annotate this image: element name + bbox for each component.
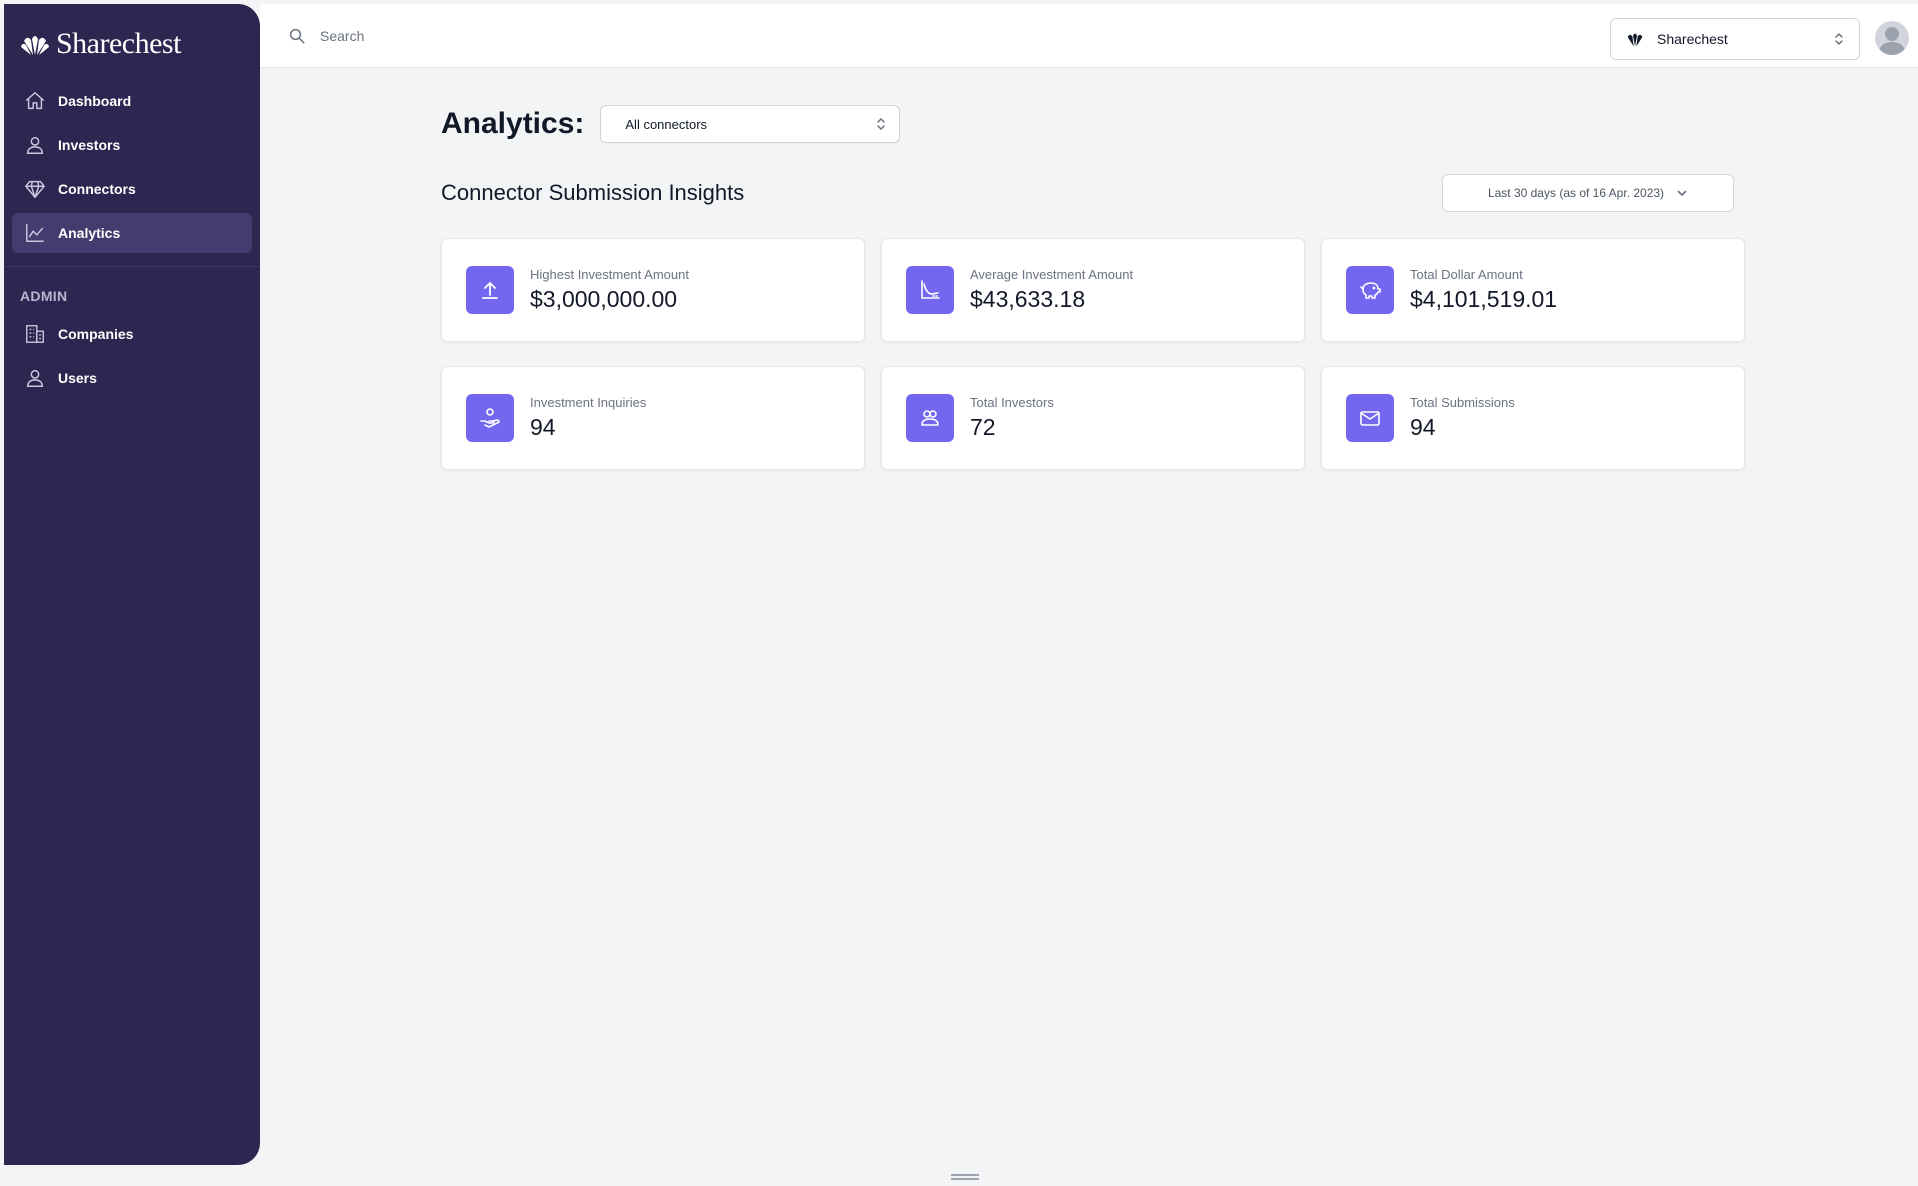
avatar[interactable] — [1875, 21, 1909, 55]
stat-icon-box — [906, 394, 954, 442]
top-bar: Sharechest — [260, 4, 1918, 68]
insights-header: Connector Submission Insights Last 30 da… — [441, 174, 1745, 214]
users-icon — [921, 410, 939, 426]
diamond-icon — [25, 180, 45, 198]
stat-card-highest-investment: Highest Investment Amount $3,000,000.00 — [441, 238, 865, 342]
stat-icon-box — [1346, 394, 1394, 442]
sidebar-item-users[interactable]: Users — [12, 358, 252, 398]
sidebar-item-label: Dashboard — [58, 93, 132, 109]
main-nav: Dashboard Investors Connectors Analytics — [12, 81, 252, 257]
chart-curve-icon — [921, 280, 940, 299]
search-input[interactable] — [318, 27, 718, 45]
piggy-bank-icon — [1360, 282, 1381, 299]
stat-label: Investment Inquiries — [530, 395, 647, 410]
building-icon — [26, 325, 44, 343]
stat-card-investment-inquiries: Investment Inquiries 94 — [441, 366, 865, 470]
company-select-value: Sharechest — [1657, 31, 1728, 47]
sidebar-item-label: Users — [58, 370, 97, 386]
stat-value: 72 — [970, 414, 996, 440]
stat-value: $3,000,000.00 — [530, 286, 678, 312]
sidebar-item-label: Companies — [58, 326, 134, 342]
chart-line-icon — [26, 224, 44, 242]
stat-card-average-investment: Average Investment Amount $43,633.18 — [881, 238, 1305, 342]
stat-icon-box — [1346, 266, 1394, 314]
connector-select-value: All connectors — [625, 116, 708, 132]
admin-section-label: ADMIN — [20, 288, 68, 304]
sidebar-item-investors[interactable]: Investors — [12, 125, 252, 165]
sharechest-logo-icon — [1627, 33, 1643, 47]
sidebar-item-companies[interactable]: Companies — [12, 314, 252, 354]
page-title: Analytics: — [441, 107, 585, 140]
connector-select[interactable]: All connectors — [600, 105, 901, 143]
sidebar-item-connectors[interactable]: Connectors — [12, 169, 252, 209]
section-title: Connector Submission Insights — [441, 180, 745, 205]
window-resize-handle[interactable] — [951, 1174, 979, 1180]
brand-name: Sharechest — [56, 27, 181, 60]
chevron-up-down-icon — [1835, 33, 1843, 45]
user-icon — [26, 369, 44, 387]
main-content: Analytics: All connectors Connector Subm… — [441, 104, 1745, 470]
hand-coin-icon — [480, 408, 500, 428]
admin-nav: Companies Users — [12, 314, 252, 402]
sidebar-divider — [4, 266, 260, 267]
stat-cards: Highest Investment Amount $3,000,000.00 … — [441, 238, 1745, 470]
chevron-down-icon — [1677, 190, 1687, 196]
stat-card-total-investors: Total Investors 72 — [881, 366, 1305, 470]
analytics-header: Analytics: All connectors — [441, 104, 1745, 144]
home-icon — [26, 92, 44, 110]
sidebar: Sharechest Dashboard Investors Connector… — [4, 4, 260, 1165]
stat-value: 94 — [1410, 414, 1436, 440]
stat-icon-box — [906, 266, 954, 314]
user-icon — [26, 136, 44, 154]
stat-icon-box — [466, 394, 514, 442]
stat-icon-box — [466, 266, 514, 314]
stat-label: Total Dollar Amount — [1410, 267, 1523, 282]
date-range-label: Last 30 days (as of 16 Apr. 2023) — [1487, 186, 1665, 200]
company-select[interactable]: Sharechest — [1610, 18, 1860, 60]
envelope-icon — [1360, 411, 1380, 426]
sidebar-item-dashboard[interactable]: Dashboard — [12, 81, 252, 121]
stat-label: Total Submissions — [1410, 395, 1515, 410]
arrow-up-icon — [482, 282, 498, 299]
stat-value: $4,101,519.01 — [1410, 286, 1558, 312]
search-bar — [288, 22, 718, 50]
sidebar-item-label: Investors — [58, 137, 121, 153]
sidebar-item-analytics[interactable]: Analytics — [12, 213, 252, 253]
stat-card-total-submissions: Total Submissions 94 — [1321, 366, 1745, 470]
sidebar-item-label: Analytics — [58, 225, 121, 241]
search-icon — [289, 28, 305, 44]
sidebar-item-label: Connectors — [58, 181, 136, 197]
chevron-up-down-icon — [877, 118, 886, 130]
brand-logo[interactable]: Sharechest — [20, 26, 181, 62]
stat-value: $43,633.18 — [970, 286, 1086, 312]
stat-label: Total Investors — [970, 395, 1054, 410]
sharechest-logo-icon — [21, 36, 49, 55]
stat-label: Average Investment Amount — [970, 267, 1134, 282]
date-range-dropdown[interactable]: Last 30 days (as of 16 Apr. 2023) — [1442, 174, 1734, 212]
user-avatar-icon — [1878, 27, 1906, 55]
stat-label: Highest Investment Amount — [530, 267, 689, 282]
stat-value: 94 — [530, 414, 556, 440]
stat-card-total-dollar: Total Dollar Amount $4,101,519.01 — [1321, 238, 1745, 342]
app-window: Sharechest Dashboard Investors Connector… — [0, 0, 1918, 1186]
